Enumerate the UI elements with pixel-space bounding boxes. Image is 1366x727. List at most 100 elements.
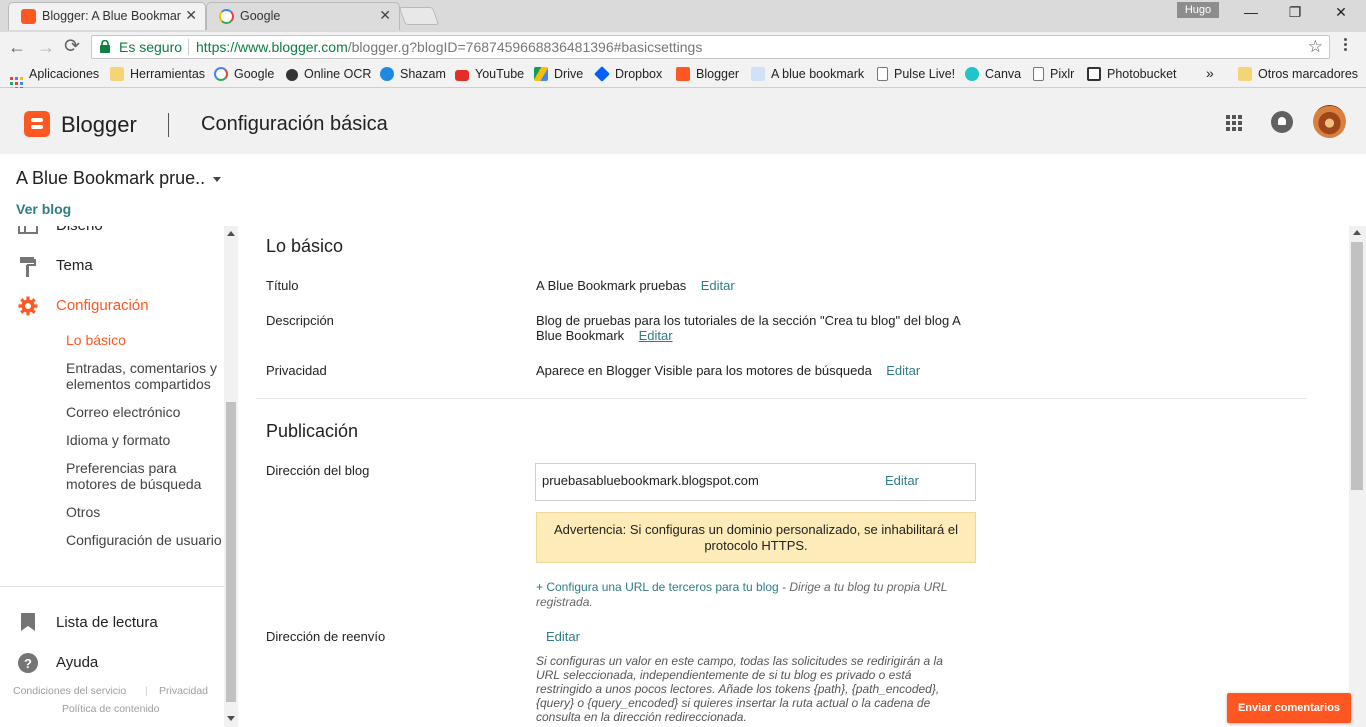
sidebar-scrollbar[interactable] <box>224 226 238 727</box>
bookmark-blogger[interactable]: Blogger <box>676 67 739 81</box>
bookmark-google[interactable]: Google <box>214 67 274 81</box>
header-divider <box>168 113 169 137</box>
main-scrollbar[interactable] <box>1349 226 1366 727</box>
blog-selector[interactable]: A Blue Bookmark prue.. <box>16 168 205 189</box>
avatar[interactable] <box>1313 105 1346 138</box>
maximize-icon[interactable]: ❐ <box>1272 4 1318 24</box>
scrollbar-thumb[interactable] <box>1351 242 1363 490</box>
notifications-icon[interactable] <box>1271 111 1293 133</box>
tab-blogger[interactable]: Blogger: A Blue Bookmar ✕ <box>8 2 206 30</box>
brand-name[interactable]: Blogger <box>61 112 137 138</box>
content-policy-link[interactable]: Política de contenido <box>62 703 159 715</box>
blogger-icon <box>676 67 690 81</box>
sidebar-subitem-posts-comments[interactable]: Entradas, comentarios y elementos compar… <box>66 360 224 392</box>
bookmark-star-icon[interactable]: ☆ <box>1308 37 1323 57</box>
bookmark-canva[interactable]: Canva <box>965 67 1021 81</box>
terms-link[interactable]: Condiciones del servicio <box>13 685 126 697</box>
bookmark-apps[interactable]: Aplicaciones <box>10 67 99 90</box>
bookmark-dropbox[interactable]: Dropbox <box>594 66 662 82</box>
privacy-value-row: Aparece en Blogger Visible para los moto… <box>536 363 920 378</box>
back-icon[interactable]: ← <box>8 36 26 58</box>
bookmark-photobucket[interactable]: Photobucket <box>1087 67 1177 81</box>
bookmark-online-ocr[interactable]: Online OCR <box>286 67 371 81</box>
address-bar[interactable]: Es seguro https://www.blogger.com/blogge… <box>91 35 1330 59</box>
sidebar-item-layout[interactable]: Diseño <box>56 226 103 234</box>
edit-address-link[interactable]: Editar <box>885 473 919 488</box>
bookmark-pulse-live[interactable]: Pulse Live! <box>877 67 955 81</box>
https-warning: Advertencia: Si configuras un dominio pe… <box>536 512 976 563</box>
sidebar-subitem-user-settings[interactable]: Configuración de usuario <box>66 532 224 548</box>
close-tab-icon[interactable]: ✕ <box>379 7 391 24</box>
send-feedback-button[interactable]: Enviar comentarios <box>1227 693 1351 723</box>
sidebar-item-theme[interactable]: Tema <box>56 257 93 274</box>
privacy-link[interactable]: Privacidad <box>159 685 208 697</box>
bookmark-a-blue-bookmark[interactable]: A blue bookmark <box>751 67 864 81</box>
title-value: A Blue Bookmark pruebas <box>536 278 687 293</box>
bookmark-youtube[interactable]: YouTube <box>455 67 524 81</box>
tab-title: Blogger: A Blue Bookmar <box>42 9 181 23</box>
folder-icon <box>110 67 124 81</box>
section-title-basics: Lo básico <box>266 236 344 256</box>
paint-roller-icon <box>20 257 36 277</box>
sidebar-divider <box>0 586 224 587</box>
ocr-icon <box>286 69 298 81</box>
reload-icon[interactable]: ⟳ <box>64 36 80 58</box>
scroll-up-icon[interactable] <box>227 231 235 236</box>
description-value-row: Blog de pruebas para los tutoriales de l… <box>536 313 976 343</box>
folder-icon <box>1238 67 1252 81</box>
third-party-url-link[interactable]: + Configura una URL de terceros para tu … <box>536 580 779 594</box>
scroll-up-icon[interactable] <box>1353 230 1361 235</box>
privacy-label: Privacidad <box>266 363 327 378</box>
sidebar-item-settings[interactable]: Configuración <box>56 297 149 314</box>
tab-google[interactable]: Google ✕ <box>206 2 400 30</box>
google-icon <box>214 67 228 81</box>
sidebar-subitem-basics[interactable]: Lo básico <box>66 332 224 348</box>
bookmark-pixlr[interactable]: Pixlr <box>1033 67 1074 81</box>
blogger-header: Blogger Configuración básica <box>0 88 1366 154</box>
edit-redirect-link[interactable]: Editar <box>546 629 580 644</box>
more-bookmarks-icon[interactable]: » <box>1206 65 1214 81</box>
bookmark-drive[interactable]: Drive <box>534 67 583 81</box>
profile-badge[interactable]: Hugo <box>1177 2 1219 18</box>
title-value-row: A Blue Bookmark pruebas Editar <box>536 278 735 293</box>
bookmark-folder-herramientas[interactable]: Herramientas <box>110 67 205 81</box>
blogger-logo-icon[interactable] <box>24 111 50 137</box>
help-icon: ? <box>18 653 38 673</box>
blog-address-box: pruebasabluebookmark.blogspot.com Editar <box>535 463 976 501</box>
svg-text:?: ? <box>24 656 32 671</box>
footer-separator: | <box>145 685 148 697</box>
google-apps-icon[interactable] <box>1226 115 1242 131</box>
dropbox-icon <box>594 66 610 82</box>
section-divider <box>256 398 1306 399</box>
tab-strip: Blogger: A Blue Bookmar ✕ Google ✕ Hugo … <box>0 0 1366 32</box>
bookmark-shazam[interactable]: Shazam <box>380 67 446 81</box>
bookmark-other-folder[interactable]: Otros marcadores <box>1238 67 1358 81</box>
minimize-icon[interactable]: — <box>1228 4 1274 24</box>
forward-icon[interactable]: → <box>37 36 55 58</box>
browser-menu-icon[interactable] <box>1344 38 1348 53</box>
page-icon <box>877 67 888 81</box>
new-tab-button[interactable] <box>398 7 440 25</box>
close-tab-icon[interactable]: ✕ <box>185 7 197 24</box>
sidebar-item-reading-list[interactable]: Lista de lectura <box>56 614 158 631</box>
window-close-icon[interactable]: ✕ <box>1318 4 1364 24</box>
sidebar-subitem-language[interactable]: Idioma y formato <box>66 432 224 448</box>
scroll-down-icon[interactable] <box>227 716 235 721</box>
sidebar-subitem-other[interactable]: Otros <box>66 504 224 520</box>
sidebar-item-help[interactable]: Ayuda <box>56 654 98 671</box>
sidebar-subitem-search-prefs[interactable]: Preferencias para motores de búsqueda <box>66 460 224 492</box>
browser-toolbar: ← → ⟳ Es seguro https://www.blogger.com/… <box>0 32 1366 62</box>
scrollbar-thumb[interactable] <box>226 402 236 702</box>
section-title-publishing: Publicación <box>266 421 359 441</box>
page-icon <box>1033 67 1044 81</box>
sidebar-subitem-email[interactable]: Correo electrónico <box>66 404 224 420</box>
bookmarks-bar: Aplicaciones Herramientas Google Online … <box>0 62 1366 90</box>
third-party-url-row: + Configura una URL de terceros para tu … <box>536 580 976 610</box>
url-text[interactable]: https://www.blogger.com/blogger.g?blogID… <box>196 39 702 55</box>
edit-title-link[interactable]: Editar <box>701 278 735 293</box>
chevron-down-icon[interactable] <box>213 177 221 182</box>
edit-description-link[interactable]: Editar <box>639 328 673 343</box>
view-blog-link[interactable]: Ver blog <box>16 201 71 217</box>
edit-privacy-link[interactable]: Editar <box>886 363 920 378</box>
privacy-value: Aparece en Blogger Visible para los moto… <box>536 363 872 378</box>
